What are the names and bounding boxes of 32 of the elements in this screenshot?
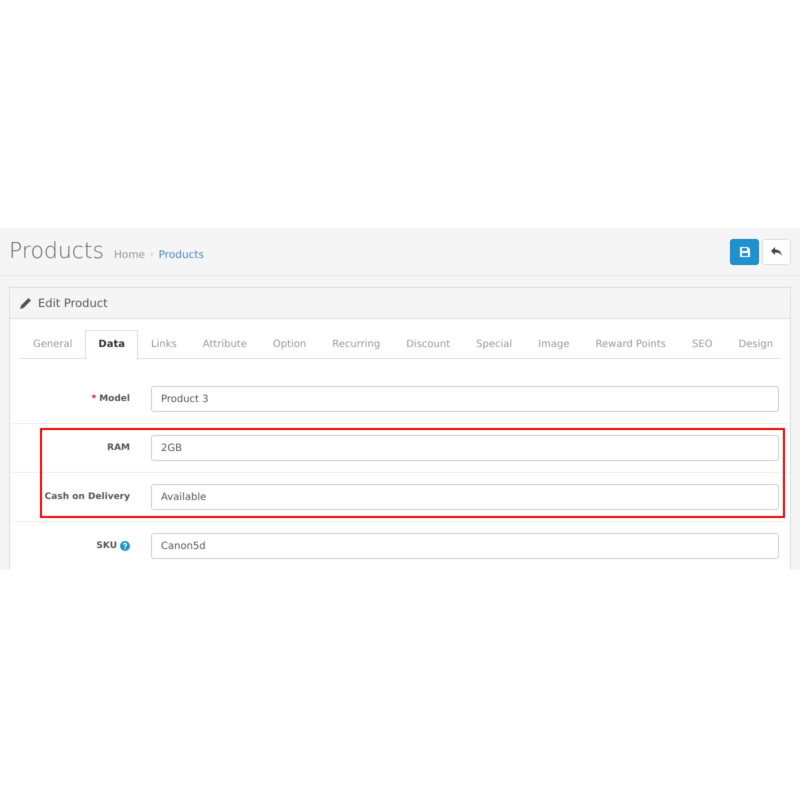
field-label: SKU [96, 541, 117, 551]
save-icon [740, 246, 750, 256]
text-field[interactable]: Available [151, 484, 779, 510]
field-label: Model [99, 394, 130, 404]
breadcrumb-link[interactable]: Products [158, 248, 204, 260]
tab[interactable]: Links [138, 330, 190, 358]
tab[interactable]: Option [260, 330, 320, 358]
tab[interactable]: Recurring [319, 330, 394, 358]
save-button[interactable] [730, 238, 759, 264]
reply-arrow-icon [771, 247, 782, 256]
tab[interactable]: Reward Points [582, 330, 679, 358]
tab[interactable]: Discount [393, 330, 464, 358]
field-label: RAM [107, 443, 130, 453]
help-icon[interactable] [120, 541, 130, 551]
tab[interactable]: Special [463, 330, 526, 358]
text-field[interactable]: Canon5d [151, 533, 779, 559]
tab[interactable]: Design [726, 330, 786, 358]
tab[interactable]: General [20, 330, 86, 358]
field-label: Cash on Delivery [44, 492, 130, 502]
panel-title: Edit Product [38, 296, 108, 310]
pencil-icon [20, 297, 32, 309]
tab[interactable]: Data [85, 330, 138, 360]
required-asterisk: * [92, 394, 96, 404]
breadcrumb-link[interactable]: Home [114, 248, 146, 260]
text-field[interactable]: Product 3 [151, 386, 779, 412]
tab[interactable]: SEO [678, 330, 726, 358]
back-button[interactable] [762, 238, 791, 264]
text-field[interactable]: 2GB [151, 435, 779, 461]
tab[interactable]: Attribute [190, 330, 260, 358]
tab[interactable]: Image [525, 330, 582, 358]
breadcrumb-separator: › [150, 250, 154, 260]
page-title: Products [9, 239, 104, 264]
